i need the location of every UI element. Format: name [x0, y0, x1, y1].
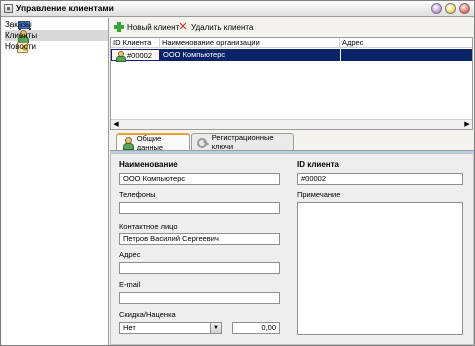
- column-header-id[interactable]: ID Клиента: [111, 38, 160, 48]
- email-field[interactable]: [119, 292, 280, 304]
- notes-textarea[interactable]: [297, 202, 463, 335]
- delete-icon: ✕: [178, 21, 188, 33]
- contact-label: Контактное лицо: [119, 222, 178, 231]
- discount-amount-field[interactable]: 0,00: [232, 322, 280, 334]
- cell-id-text: #00002: [127, 51, 153, 60]
- tab-label: Общие данные: [136, 133, 164, 152]
- delete-client-label: Удалить клиента: [191, 22, 254, 32]
- discount-select[interactable]: Нет ▼: [119, 322, 222, 334]
- cell-name[interactable]: ООО Компьютерс: [160, 49, 340, 61]
- tab-bar: Общие данные Регистрационные ключи: [110, 131, 474, 152]
- client-id-field[interactable]: #00002: [297, 173, 463, 185]
- phones-label: Телефоны: [119, 190, 156, 199]
- maximize-button[interactable]: [445, 3, 456, 14]
- new-client-button[interactable]: Новый клиент: [114, 21, 179, 33]
- cell-id[interactable]: #00002: [111, 49, 160, 62]
- column-header-name[interactable]: Наименование организации: [160, 38, 340, 48]
- minimize-button[interactable]: [431, 3, 442, 14]
- clients-grid: ID Клиента Наименование организации Адре…: [110, 37, 473, 130]
- window-title: Управление клиентами: [16, 3, 114, 13]
- title-bar: Управление клиентами: [1, 1, 474, 17]
- name-field[interactable]: ООО Компьютерс: [119, 173, 280, 185]
- cell-address[interactable]: [340, 49, 472, 61]
- chevron-down-icon[interactable]: ▼: [210, 323, 221, 333]
- key-icon: [197, 137, 208, 148]
- new-client-label: Новый клиент: [127, 22, 180, 32]
- client-id-label: ID клиента: [297, 160, 339, 169]
- scroll-left-icon[interactable]: ◀: [111, 120, 121, 130]
- sidebar-item-news[interactable]: Новости: [5, 41, 108, 53]
- notes-label: Примечание: [297, 190, 341, 199]
- email-label: E-mail: [119, 280, 141, 289]
- tab-label: Регистрационные ключи: [211, 133, 274, 151]
- address-label: Адрес: [119, 250, 141, 259]
- scroll-right-icon[interactable]: ▶: [462, 120, 472, 130]
- address-field[interactable]: [119, 262, 280, 274]
- contact-field[interactable]: Петров Василий Сергеевич: [119, 233, 280, 245]
- column-header-address[interactable]: Адрес: [340, 38, 472, 48]
- general-data-panel: Наименование ООО Компьютерс Телефоны Кон…: [110, 153, 474, 345]
- horizontal-scrollbar[interactable]: ◀ ▶: [111, 119, 472, 129]
- navigation-tree: Заказы Клиенты Новости: [2, 18, 109, 345]
- user-icon: [122, 137, 134, 150]
- grid-header: ID Клиента Наименование организации Адре…: [111, 38, 472, 48]
- client-row-icon: [115, 51, 126, 62]
- tab-registration-keys[interactable]: Регистрационные ключи: [191, 133, 294, 151]
- plus-icon: [114, 22, 124, 32]
- delete-client-button[interactable]: ✕ Удалить клиента: [178, 21, 253, 33]
- window-app-icon: [4, 4, 13, 13]
- phones-field[interactable]: [119, 202, 280, 214]
- tab-general[interactable]: Общие данные: [116, 133, 190, 152]
- sidebar-item-label: Заказы: [5, 20, 32, 29]
- table-row[interactable]: #00002 ООО Компьютерс: [111, 49, 472, 62]
- close-button[interactable]: [459, 3, 470, 14]
- sidebar-item-orders[interactable]: Заказы: [5, 19, 108, 30]
- sidebar-item-clients[interactable]: Клиенты: [5, 30, 108, 43]
- sidebar-item-label: Клиенты: [5, 31, 38, 40]
- discount-label: Скидка/Наценка: [119, 310, 176, 319]
- name-label: Наименование: [119, 160, 178, 169]
- toolbar: Новый клиент ✕ Удалить клиента: [110, 18, 474, 36]
- discount-select-value: Нет: [123, 323, 136, 332]
- sidebar-item-label: Новости: [5, 42, 36, 51]
- main-window: Управление клиентами Заказы Клиенты Ново…: [0, 0, 475, 346]
